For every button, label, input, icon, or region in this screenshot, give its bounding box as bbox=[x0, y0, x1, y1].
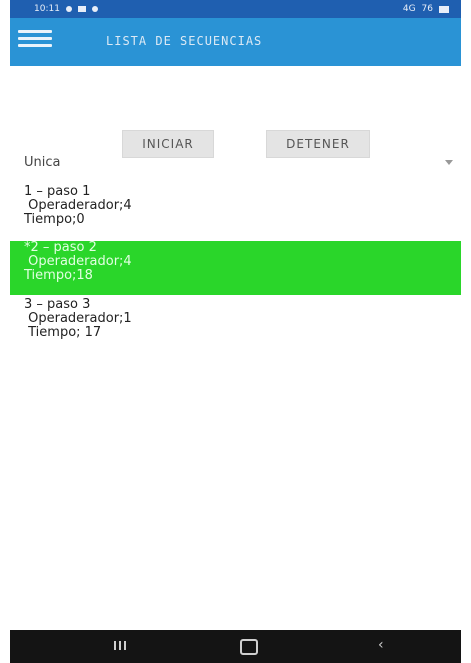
step-time: Tiempo; 17 bbox=[24, 325, 102, 340]
list-item[interactable]: 3 – paso 3 Operaderador;1 Tiempo; 17 bbox=[10, 298, 461, 352]
step-title: 3 – paso 3 bbox=[24, 297, 91, 312]
step-title: 1 – paso 1 bbox=[24, 184, 91, 199]
battery-level: 76 bbox=[421, 4, 433, 14]
step-operator: Operaderador;4 bbox=[24, 254, 132, 269]
step-time: Tiempo;18 bbox=[24, 268, 93, 283]
step-title: *2 – paso 2 bbox=[24, 240, 97, 255]
clock: 10:11 bbox=[34, 4, 60, 14]
list-item[interactable]: 1 – paso 1 Operaderador;4 Tiempo;0 bbox=[10, 185, 461, 238]
chevron-down-icon bbox=[445, 159, 453, 165]
settings-icon bbox=[91, 6, 98, 12]
app-bar: LISTA DE SECUENCIAS bbox=[10, 18, 461, 66]
status-bar: 10:11 4G 76 bbox=[10, 0, 461, 18]
sequence-select-value: Unica bbox=[24, 154, 61, 170]
step-operator: Operaderador;1 bbox=[24, 311, 132, 326]
navigation-bar: ‹ bbox=[10, 630, 461, 663]
list-item-active[interactable]: *2 – paso 2 Operaderador;4 Tiempo;18 bbox=[10, 241, 461, 295]
status-right: 4G 76 bbox=[403, 4, 449, 14]
page-title: LISTA DE SECUENCIAS bbox=[106, 34, 263, 48]
sequence-select[interactable]: Unica bbox=[24, 150, 461, 174]
back-icon[interactable]: ‹ bbox=[378, 637, 384, 653]
hamburger-menu-icon[interactable] bbox=[18, 30, 52, 54]
image-icon bbox=[77, 6, 86, 12]
step-operator: Operaderador;4 bbox=[24, 198, 132, 213]
step-time: Tiempo;0 bbox=[24, 212, 85, 227]
signal-indicator: 4G bbox=[402, 4, 416, 14]
battery-icon bbox=[439, 5, 449, 13]
status-left: 10:11 bbox=[34, 4, 98, 14]
home-icon[interactable] bbox=[240, 639, 258, 655]
notification-icon bbox=[65, 6, 72, 12]
recents-icon[interactable] bbox=[114, 641, 126, 650]
